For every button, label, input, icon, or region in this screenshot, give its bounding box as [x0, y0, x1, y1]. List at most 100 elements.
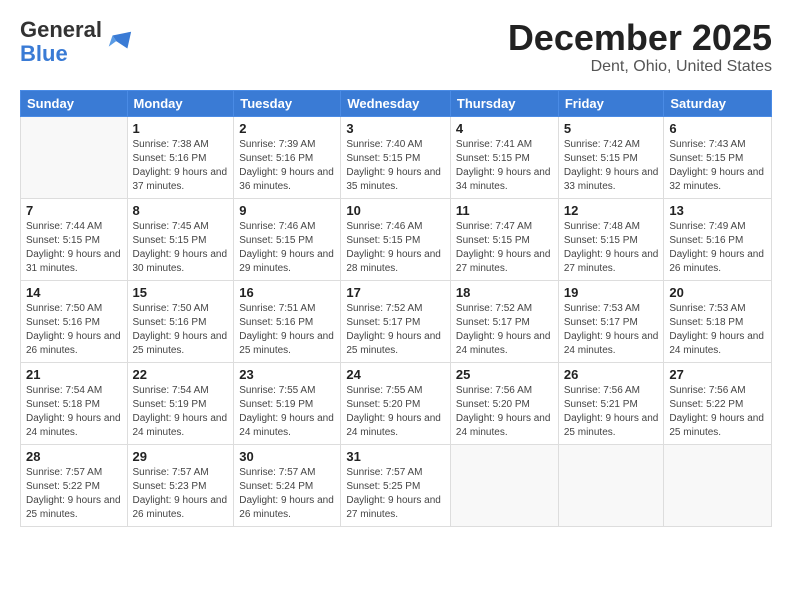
day-number: 17	[346, 285, 445, 300]
day-cell: 28 Sunrise: 7:57 AMSunset: 5:22 PMDayligh…	[21, 444, 128, 526]
day-number: 8	[133, 203, 229, 218]
day-cell	[664, 444, 772, 526]
day-number: 12	[564, 203, 659, 218]
day-number: 3	[346, 121, 445, 136]
day-number: 21	[26, 367, 122, 382]
day-number: 30	[239, 449, 335, 464]
weekday-header-monday: Monday	[127, 90, 234, 116]
day-number: 28	[26, 449, 122, 464]
day-number: 27	[669, 367, 766, 382]
day-number: 16	[239, 285, 335, 300]
day-info: Sunrise: 7:52 AMSunset: 5:17 PMDaylight:…	[456, 302, 553, 358]
day-info: Sunrise: 7:51 AMSunset: 5:16 PMDaylight:…	[239, 302, 335, 358]
day-number: 2	[239, 121, 335, 136]
day-cell	[21, 116, 128, 198]
weekday-header-wednesday: Wednesday	[341, 90, 451, 116]
week-row-4: 21 Sunrise: 7:54 AMSunset: 5:18 PMDayligh…	[21, 362, 772, 444]
day-info: Sunrise: 7:39 AMSunset: 5:16 PMDaylight:…	[239, 138, 335, 194]
logo-icon	[105, 28, 133, 56]
day-cell: 6 Sunrise: 7:43 AMSunset: 5:15 PMDaylight…	[664, 116, 772, 198]
day-cell: 1Sunrise: 7:38 AMSunset: 5:16 PMDaylight…	[127, 116, 234, 198]
day-info: Sunrise: 7:47 AMSunset: 5:15 PMDaylight:…	[456, 220, 553, 276]
day-cell: 16 Sunrise: 7:51 AMSunset: 5:16 PMDayligh…	[234, 280, 341, 362]
day-info: Sunrise: 7:49 AMSunset: 5:16 PMDaylight:…	[669, 220, 766, 276]
month-title: December 2025	[508, 18, 772, 58]
day-number: 22	[133, 367, 229, 382]
day-info: Sunrise: 7:53 AMSunset: 5:18 PMDaylight:…	[669, 302, 766, 358]
day-cell: 31 Sunrise: 7:57 AMSunset: 5:25 PMDayligh…	[341, 444, 451, 526]
logo-blue: Blue	[20, 41, 68, 66]
day-number: 10	[346, 203, 445, 218]
day-info: Sunrise: 7:50 AMSunset: 5:16 PMDaylight:…	[133, 302, 229, 358]
week-row-2: 7 Sunrise: 7:44 AMSunset: 5:15 PMDaylight…	[21, 198, 772, 280]
day-cell	[450, 444, 558, 526]
day-number: 19	[564, 285, 659, 300]
logo-general: General	[20, 17, 102, 42]
day-number: 25	[456, 367, 553, 382]
day-info: Sunrise: 7:44 AMSunset: 5:15 PMDaylight:…	[26, 220, 122, 276]
day-number: 26	[564, 367, 659, 382]
logo: General Blue	[20, 18, 133, 66]
day-cell: 3 Sunrise: 7:40 AMSunset: 5:15 PMDaylight…	[341, 116, 451, 198]
day-number: 24	[346, 367, 445, 382]
main-container: General Blue December 2025 Dent, Ohio, U…	[0, 0, 792, 537]
day-info: Sunrise: 7:38 AMSunset: 5:16 PMDaylight:…	[133, 138, 229, 194]
day-info: Sunrise: 7:52 AMSunset: 5:17 PMDaylight:…	[346, 302, 445, 358]
day-info: Sunrise: 7:54 AMSunset: 5:18 PMDaylight:…	[26, 384, 122, 440]
day-cell: 9 Sunrise: 7:46 AMSunset: 5:15 PMDaylight…	[234, 198, 341, 280]
day-cell: 22 Sunrise: 7:54 AMSunset: 5:19 PMDayligh…	[127, 362, 234, 444]
day-number: 7	[26, 203, 122, 218]
week-row-3: 14 Sunrise: 7:50 AMSunset: 5:16 PMDayligh…	[21, 280, 772, 362]
day-info: Sunrise: 7:40 AMSunset: 5:15 PMDaylight:…	[346, 138, 445, 194]
day-info: Sunrise: 7:46 AMSunset: 5:15 PMDaylight:…	[346, 220, 445, 276]
day-info: Sunrise: 7:55 AMSunset: 5:20 PMDaylight:…	[346, 384, 445, 440]
week-row-5: 28 Sunrise: 7:57 AMSunset: 5:22 PMDayligh…	[21, 444, 772, 526]
weekday-header-tuesday: Tuesday	[234, 90, 341, 116]
day-info: Sunrise: 7:54 AMSunset: 5:19 PMDaylight:…	[133, 384, 229, 440]
weekday-header-friday: Friday	[558, 90, 664, 116]
day-number: 15	[133, 285, 229, 300]
day-info: Sunrise: 7:48 AMSunset: 5:15 PMDaylight:…	[564, 220, 659, 276]
day-info: Sunrise: 7:43 AMSunset: 5:15 PMDaylight:…	[669, 138, 766, 194]
day-number: 31	[346, 449, 445, 464]
title-block: December 2025 Dent, Ohio, United States	[508, 18, 772, 76]
day-cell: 30 Sunrise: 7:57 AMSunset: 5:24 PMDayligh…	[234, 444, 341, 526]
day-cell: 15 Sunrise: 7:50 AMSunset: 5:16 PMDayligh…	[127, 280, 234, 362]
day-cell: 17 Sunrise: 7:52 AMSunset: 5:17 PMDayligh…	[341, 280, 451, 362]
day-number: 5	[564, 121, 659, 136]
day-cell: 10 Sunrise: 7:46 AMSunset: 5:15 PMDayligh…	[341, 198, 451, 280]
day-number: 4	[456, 121, 553, 136]
day-info: Sunrise: 7:56 AMSunset: 5:20 PMDaylight:…	[456, 384, 553, 440]
day-number: 14	[26, 285, 122, 300]
weekday-header-sunday: Sunday	[21, 90, 128, 116]
day-info: Sunrise: 7:45 AMSunset: 5:15 PMDaylight:…	[133, 220, 229, 276]
day-info: Sunrise: 7:57 AMSunset: 5:22 PMDaylight:…	[26, 466, 122, 522]
day-cell: 29 Sunrise: 7:57 AMSunset: 5:23 PMDayligh…	[127, 444, 234, 526]
day-cell	[558, 444, 664, 526]
day-info: Sunrise: 7:57 AMSunset: 5:25 PMDaylight:…	[346, 466, 445, 522]
day-info: Sunrise: 7:57 AMSunset: 5:23 PMDaylight:…	[133, 466, 229, 522]
day-number: 9	[239, 203, 335, 218]
day-cell: 14 Sunrise: 7:50 AMSunset: 5:16 PMDayligh…	[21, 280, 128, 362]
day-cell: 20Sunrise: 7:53 AMSunset: 5:18 PMDayligh…	[664, 280, 772, 362]
day-cell: 24 Sunrise: 7:55 AMSunset: 5:20 PMDayligh…	[341, 362, 451, 444]
day-info: Sunrise: 7:57 AMSunset: 5:24 PMDaylight:…	[239, 466, 335, 522]
day-info: Sunrise: 7:42 AMSunset: 5:15 PMDaylight:…	[564, 138, 659, 194]
day-number: 6	[669, 121, 766, 136]
day-number: 13	[669, 203, 766, 218]
day-cell: 11Sunrise: 7:47 AMSunset: 5:15 PMDayligh…	[450, 198, 558, 280]
calendar-table: SundayMondayTuesdayWednesdayThursdayFrid…	[20, 90, 772, 527]
header: General Blue December 2025 Dent, Ohio, U…	[20, 18, 772, 76]
day-cell: 25 Sunrise: 7:56 AMSunset: 5:20 PMDayligh…	[450, 362, 558, 444]
day-number: 18	[456, 285, 553, 300]
day-cell: 8 Sunrise: 7:45 AMSunset: 5:15 PMDaylight…	[127, 198, 234, 280]
day-info: Sunrise: 7:46 AMSunset: 5:15 PMDaylight:…	[239, 220, 335, 276]
day-cell: 12 Sunrise: 7:48 AMSunset: 5:15 PMDayligh…	[558, 198, 664, 280]
day-cell: 5 Sunrise: 7:42 AMSunset: 5:15 PMDaylight…	[558, 116, 664, 198]
day-cell: 18 Sunrise: 7:52 AMSunset: 5:17 PMDayligh…	[450, 280, 558, 362]
day-cell: 7 Sunrise: 7:44 AMSunset: 5:15 PMDaylight…	[21, 198, 128, 280]
location: Dent, Ohio, United States	[508, 58, 772, 76]
day-info: Sunrise: 7:53 AMSunset: 5:17 PMDaylight:…	[564, 302, 659, 358]
day-number: 29	[133, 449, 229, 464]
day-info: Sunrise: 7:50 AMSunset: 5:16 PMDaylight:…	[26, 302, 122, 358]
